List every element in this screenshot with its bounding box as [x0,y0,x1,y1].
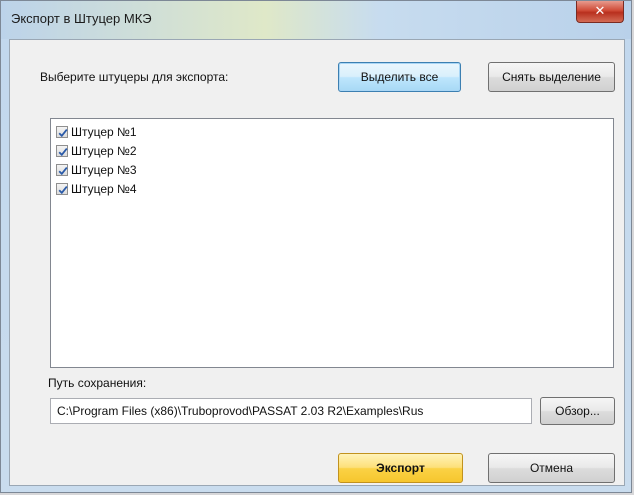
checkbox[interactable] [56,182,68,195]
browse-button[interactable]: Обзор... [540,397,615,425]
export-dialog: Экспорт в Штуцер МКЭ ✕ Выберите штуцеры … [0,0,632,493]
save-path-input[interactable]: C:\Program Files (x86)\Truboprovod\PASSA… [50,398,532,424]
title-bar[interactable]: Экспорт в Штуцер МКЭ ✕ [1,1,631,39]
list-item[interactable]: Штуцер №2 [56,142,137,160]
window-title: Экспорт в Штуцер МКЭ [11,11,152,26]
close-icon: ✕ [594,3,606,18]
list-item-label: Штуцер №3 [71,163,137,177]
fittings-list[interactable]: Штуцер №1 Штуцер №2 Штуцер №3 Штуцер №4 [50,118,614,368]
checkbox[interactable] [56,163,68,176]
checkbox[interactable] [56,144,68,157]
cancel-button[interactable]: Отмена [488,453,615,483]
list-item-label: Штуцер №1 [71,125,137,139]
checkmark-icon [58,147,68,156]
close-button[interactable]: ✕ [576,1,624,23]
dialog-content: Выберите штуцеры для экспорта: Выделить … [9,39,625,486]
checkbox[interactable] [56,125,68,138]
list-item[interactable]: Штуцер №1 [56,123,137,141]
list-item-label: Штуцер №2 [71,144,137,158]
checkmark-icon [58,166,68,175]
save-path-label: Путь сохранения: [48,376,147,390]
checkmark-icon [58,185,68,194]
list-item[interactable]: Штуцер №4 [56,180,137,198]
checkmark-icon [58,128,68,137]
list-item-label: Штуцер №4 [71,182,137,196]
list-item[interactable]: Штуцер №3 [56,161,137,179]
select-all-button[interactable]: Выделить все [338,62,461,92]
deselect-all-button[interactable]: Снять выделение [488,62,615,92]
select-fittings-label: Выберите штуцеры для экспорта: [40,70,229,84]
export-button[interactable]: Экспорт [338,453,463,483]
